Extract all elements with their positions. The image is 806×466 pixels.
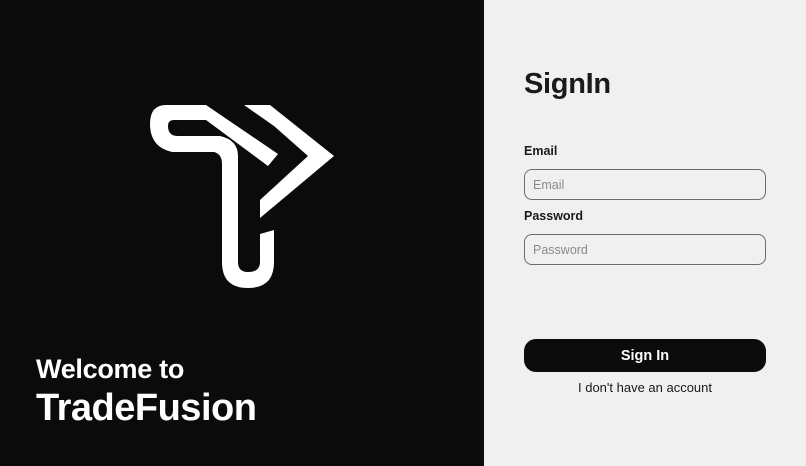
password-input[interactable]: [524, 234, 766, 265]
brand-panel: Welcome to TradeFusion: [0, 0, 484, 466]
no-account-link[interactable]: I don't have an account: [524, 380, 766, 395]
brand-name: TradeFusion: [36, 387, 257, 429]
tradefusion-logo-icon: [150, 105, 334, 288]
email-input[interactable]: [524, 169, 766, 200]
password-label: Password: [524, 209, 584, 223]
form-title: SignIn: [524, 68, 611, 100]
welcome-text: Welcome to: [36, 354, 185, 384]
signin-form-panel: SignIn Email Password Sign In I don't ha…: [484, 0, 806, 466]
sign-in-button[interactable]: Sign In: [524, 339, 766, 372]
welcome-heading: Welcome to TradeFusion: [36, 352, 257, 430]
email-label: Email: [524, 144, 558, 158]
signin-page: Welcome to TradeFusion SignIn Email Pass…: [0, 0, 806, 466]
